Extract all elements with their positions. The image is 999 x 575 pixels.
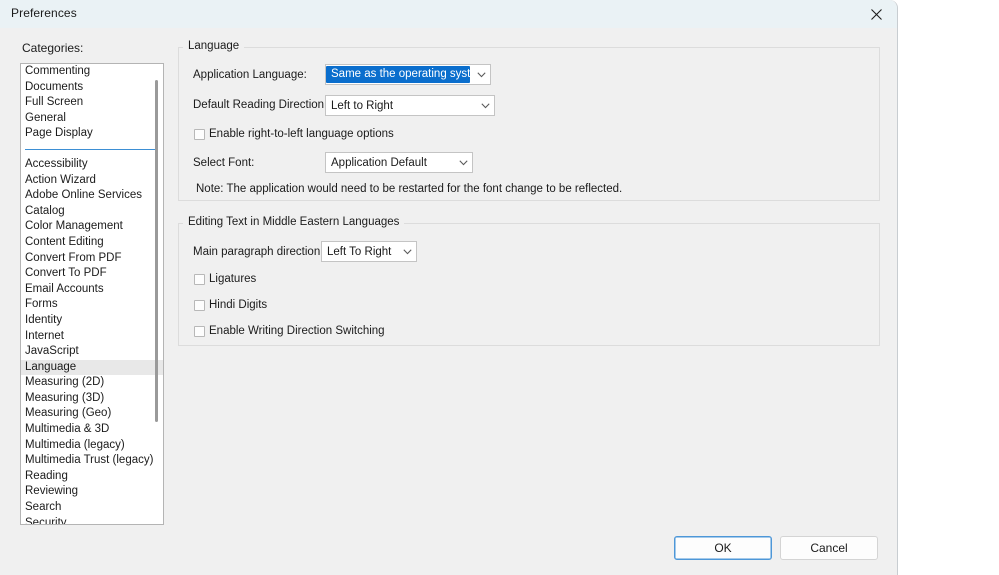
sidebar-item-measuring-2d[interactable]: Measuring (2D) [21, 375, 163, 391]
language-group: Language Application Language: Same as t… [178, 40, 880, 201]
sidebar-item-search[interactable]: Search [21, 500, 163, 516]
enable-rtl-checkbox[interactable] [194, 128, 205, 140]
sidebar-item-full-screen[interactable]: Full Screen [21, 95, 163, 111]
enable-rtl-checkbox-row[interactable]: Enable right-to-left language options [194, 128, 394, 140]
default-reading-direction-select[interactable]: Left to Right [325, 95, 495, 116]
sidebar-item-color-management[interactable]: Color Management [21, 219, 163, 235]
categories-label: Categories: [22, 41, 84, 55]
sidebar-item-forms[interactable]: Forms [21, 297, 163, 313]
ligatures-label: Ligatures [209, 273, 257, 285]
chevron-down-icon [454, 159, 472, 166]
main-paragraph-direction-select[interactable]: Left To Right [321, 241, 417, 262]
hindi-digits-label: Hindi Digits [209, 299, 268, 311]
chevron-down-icon [476, 102, 494, 109]
sidebar-item-reviewing[interactable]: Reviewing [21, 484, 163, 500]
preferences-dialog: Preferences Categories: Commenting Docum… [0, 0, 898, 575]
sidebar-item-catalog[interactable]: Catalog [21, 204, 163, 220]
main-paragraph-direction-label: Main paragraph direction: [193, 246, 324, 258]
sidebar-item-documents[interactable]: Documents [21, 80, 163, 96]
close-icon[interactable] [855, 0, 897, 28]
application-language-label: Application Language: [193, 69, 307, 81]
sidebar-item-content-editing[interactable]: Content Editing [21, 235, 163, 251]
middle-eastern-group: Editing Text in Middle Eastern Languages… [178, 216, 880, 346]
hindi-digits-checkbox-row[interactable]: Hindi Digits [194, 299, 267, 311]
sidebar-item-convert-to-pdf[interactable]: Convert To PDF [21, 266, 163, 282]
sidebar-item-language[interactable]: Language [21, 359, 163, 376]
sidebar-item-measuring-geo[interactable]: Measuring (Geo) [21, 406, 163, 422]
hindi-digits-checkbox[interactable] [194, 299, 205, 311]
categories-scrollbar-thumb[interactable] [155, 80, 158, 422]
writing-direction-switching-checkbox[interactable] [194, 325, 205, 337]
sidebar-item-convert-from-pdf[interactable]: Convert From PDF [21, 251, 163, 267]
sidebar-item-page-display[interactable]: Page Display [21, 126, 163, 142]
application-language-value: Same as the operating system [326, 66, 470, 83]
sidebar-item-internet[interactable]: Internet [21, 329, 163, 345]
cancel-button[interactable]: Cancel [780, 536, 878, 560]
title-bar: Preferences [0, 0, 897, 28]
sidebar-item-multimedia-3d[interactable]: Multimedia & 3D [21, 422, 163, 438]
categories-list: Commenting Documents Full Screen General… [21, 64, 163, 524]
sidebar-item-action-wizard[interactable]: Action Wizard [21, 173, 163, 189]
writing-direction-switching-label: Enable Writing Direction Switching [209, 325, 385, 337]
sidebar-item-multimedia-trust-legacy[interactable]: Multimedia Trust (legacy) [21, 453, 163, 469]
sidebar-item-multimedia-legacy[interactable]: Multimedia (legacy) [21, 438, 163, 454]
chevron-down-icon [472, 71, 490, 78]
sidebar-item-reading[interactable]: Reading [21, 469, 163, 485]
middle-eastern-group-title: Editing Text in Middle Eastern Languages [183, 216, 405, 228]
sidebar-item-adobe-online-services[interactable]: Adobe Online Services [21, 188, 163, 204]
main-paragraph-direction-value: Left To Right [327, 245, 392, 258]
sidebar-item-security[interactable]: Security [21, 516, 163, 524]
sidebar-item-measuring-3d[interactable]: Measuring (3D) [21, 391, 163, 407]
application-language-select[interactable]: Same as the operating system [325, 64, 491, 85]
language-group-title: Language [183, 40, 245, 52]
window-title: Preferences [11, 6, 77, 20]
default-reading-direction-value: Left to Right [331, 99, 394, 112]
select-font-select[interactable]: Application Default [325, 152, 473, 173]
ligatures-checkbox-row[interactable]: Ligatures [194, 273, 256, 285]
chevron-down-icon [398, 248, 416, 255]
sidebar-item-commenting[interactable]: Commenting [21, 64, 163, 80]
enable-rtl-label: Enable right-to-left language options [209, 128, 394, 140]
ok-button[interactable]: OK [674, 536, 772, 560]
select-font-label: Select Font: [193, 157, 255, 169]
ligatures-checkbox[interactable] [194, 273, 205, 285]
select-font-value: Application Default [331, 156, 427, 169]
categories-separator [25, 148, 157, 150]
categories-listbox[interactable]: Commenting Documents Full Screen General… [20, 63, 164, 525]
sidebar-item-accessibility[interactable]: Accessibility [21, 157, 163, 173]
sidebar-item-identity[interactable]: Identity [21, 313, 163, 329]
sidebar-item-email-accounts[interactable]: Email Accounts [21, 282, 163, 298]
default-reading-direction-label: Default Reading Direction: [193, 99, 328, 111]
font-restart-note: Note: The application would need to be r… [196, 183, 623, 195]
sidebar-item-general[interactable]: General [21, 111, 163, 127]
writing-direction-switching-checkbox-row[interactable]: Enable Writing Direction Switching [194, 325, 385, 337]
sidebar-item-javascript[interactable]: JavaScript [21, 344, 163, 360]
categories-scrollbar[interactable] [154, 68, 159, 520]
